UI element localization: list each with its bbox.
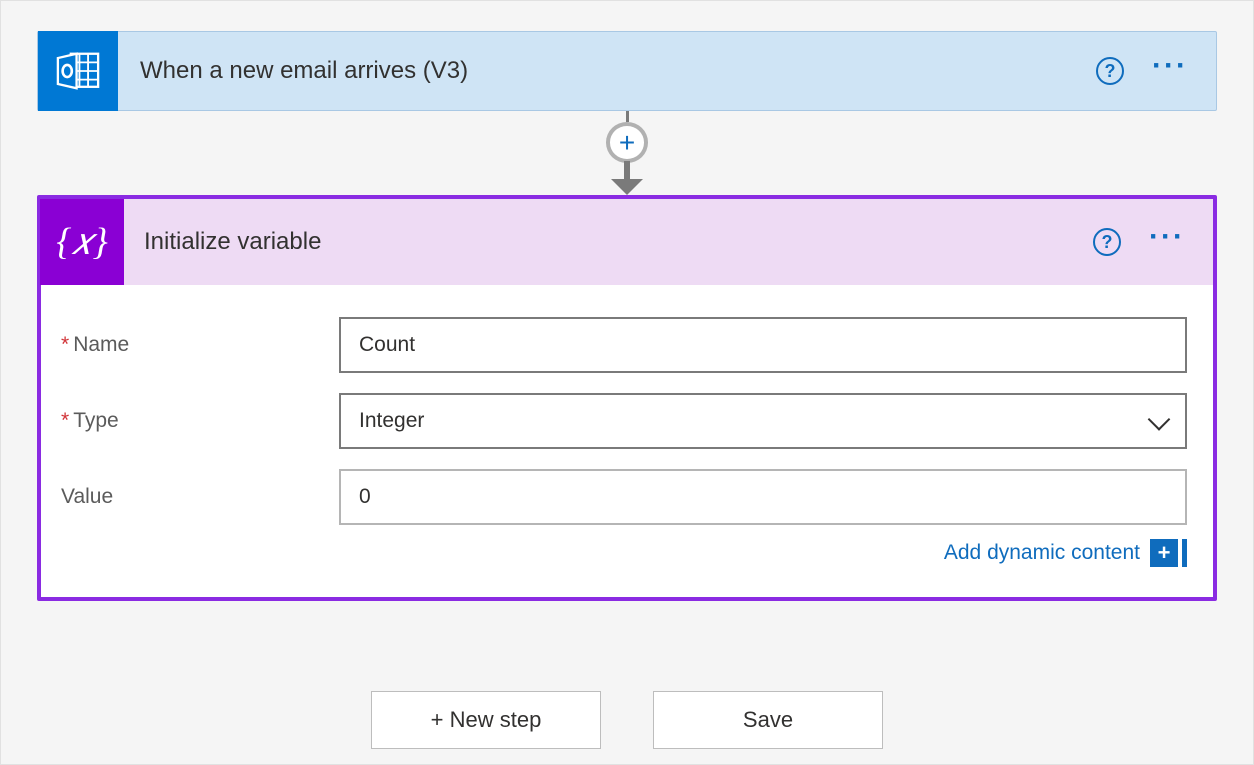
action-body: * Name * Type Integer Value <box>41 285 1213 597</box>
more-menu-icon[interactable]: ··· <box>1152 61 1188 70</box>
trigger-card[interactable]: When a new email arrives (V3) ? ··· <box>37 31 1217 111</box>
footer-buttons: + New step Save <box>37 691 1217 749</box>
name-input[interactable] <box>339 317 1187 373</box>
name-label: * Name <box>61 333 339 357</box>
trigger-actions: ? ··· <box>1096 57 1216 85</box>
action-title: Initialize variable <box>124 228 1093 256</box>
add-dynamic-content-link[interactable]: Add dynamic content <box>944 541 1140 565</box>
designer-canvas: When a new email arrives (V3) ? ··· + {𝑥… <box>0 0 1254 765</box>
variable-icon: {𝑥} <box>40 199 124 285</box>
value-input[interactable] <box>339 469 1187 525</box>
required-star: * <box>61 333 69 357</box>
connector: + <box>37 111 1217 195</box>
outlook-icon <box>38 31 118 111</box>
required-star: * <box>61 409 69 433</box>
dynamic-content-row: Add dynamic content + <box>41 535 1213 575</box>
connector-line <box>626 111 629 122</box>
trigger-title: When a new email arrives (V3) <box>118 57 1096 85</box>
help-icon[interactable]: ? <box>1096 57 1124 85</box>
field-row-type: * Type Integer <box>41 383 1213 459</box>
type-select[interactable]: Integer <box>339 393 1187 449</box>
field-row-name: * Name <box>41 307 1213 383</box>
chevron-down-icon <box>1148 408 1171 431</box>
action-actions: ? ··· <box>1093 228 1213 256</box>
save-button[interactable]: Save <box>653 691 883 749</box>
value-label: Value <box>61 485 339 509</box>
action-card: {𝑥} Initialize variable ? ··· * Name * <box>37 195 1217 601</box>
type-select-value: Integer <box>359 409 424 433</box>
more-menu-icon[interactable]: ··· <box>1149 232 1185 241</box>
type-label: * Type <box>61 409 339 433</box>
arrow-down-icon <box>611 161 643 195</box>
new-step-button[interactable]: + New step <box>371 691 601 749</box>
help-icon[interactable]: ? <box>1093 228 1121 256</box>
add-dynamic-content-button[interactable]: + <box>1150 539 1178 567</box>
action-header[interactable]: {𝑥} Initialize variable ? ··· <box>41 199 1213 285</box>
insert-step-button[interactable]: + <box>606 122 648 163</box>
dynamic-content-handle[interactable] <box>1182 539 1187 567</box>
field-row-value: Value <box>41 459 1213 535</box>
